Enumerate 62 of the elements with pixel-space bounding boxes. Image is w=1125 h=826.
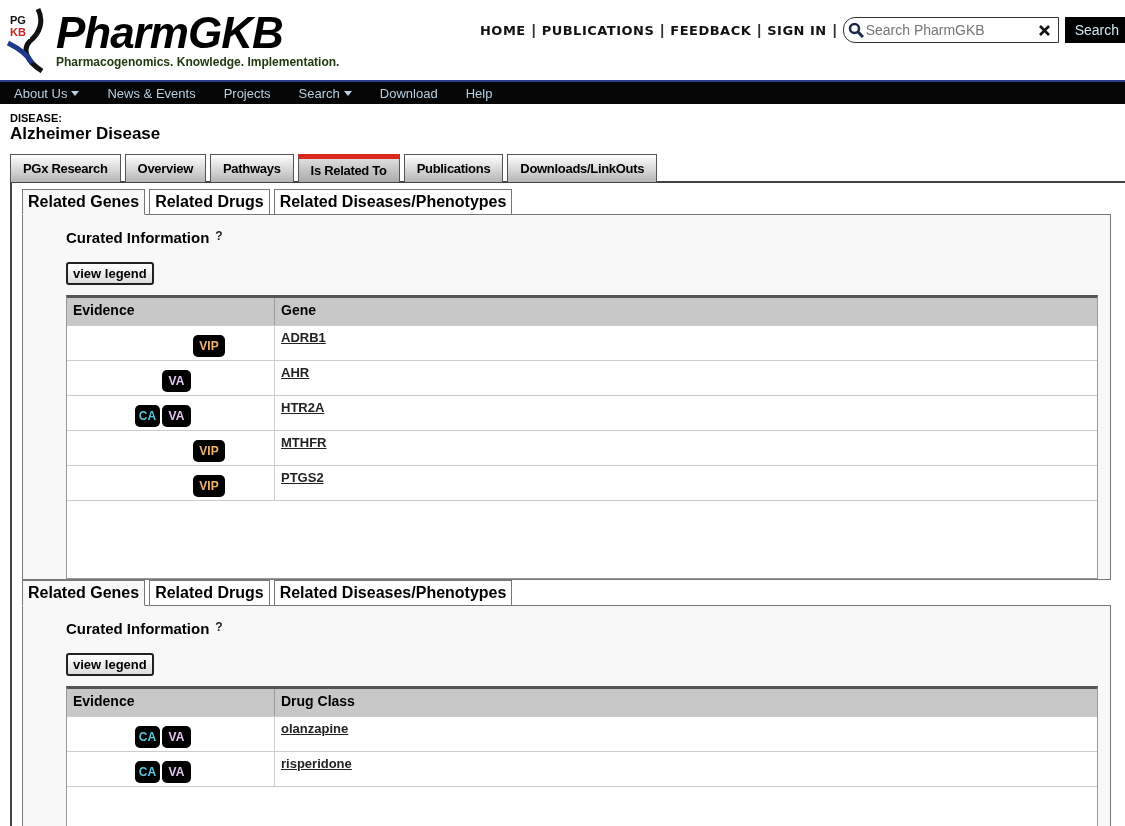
search-button[interactable]: Search <box>1064 17 1125 43</box>
evidence-badge: VIP <box>193 475 225 497</box>
clear-icon[interactable] <box>1038 24 1050 36</box>
entity-link[interactable]: risperidone <box>275 752 358 775</box>
evidence-badge: CA <box>135 726 160 748</box>
search-field[interactable]: Search PharmGKB <box>863 21 1039 39</box>
tab[interactable]: Pathways <box>210 154 294 182</box>
evidence-badge: VA <box>162 370 191 392</box>
evidence-badge: CA <box>135 405 160 427</box>
link-separator: | <box>531 22 536 38</box>
tab[interactable]: Downloads/LinkOuts <box>507 154 658 182</box>
tab[interactable]: Publications <box>403 154 504 182</box>
help-link[interactable]: ? <box>215 229 223 243</box>
evidence-badge: VIP <box>193 440 225 462</box>
entity-link[interactable]: PTGS2 <box>275 466 330 489</box>
entity-title: Alzheimer Disease <box>10 124 162 144</box>
tab[interactable]: Is Related To <box>297 154 400 182</box>
sub-tab[interactable]: Related Drugs <box>149 189 270 215</box>
section-heading: Curated Information <box>66 620 210 637</box>
entity-type: DISEASE: <box>10 112 63 124</box>
evidence-badge: VA <box>162 726 191 748</box>
search-icon <box>847 22 864 38</box>
top-link[interactable]: FEEDBACK <box>670 22 752 38</box>
top-link[interactable]: SIGN IN <box>767 22 827 38</box>
link-separator: | <box>660 22 665 38</box>
column-header: Evidence <box>67 298 275 325</box>
column-header: Gene <box>280 301 317 320</box>
link-separator: | <box>832 22 837 38</box>
nav-item[interactable]: Search <box>284 85 366 101</box>
nav-item[interactable]: Help <box>451 85 507 101</box>
sub-tab[interactable]: Related Genes <box>22 580 146 606</box>
nav-item[interactable]: Download <box>365 85 452 101</box>
tab[interactable]: PGx Research <box>10 154 121 182</box>
nav-item[interactable]: Projects <box>209 85 285 101</box>
entity-link[interactable]: olanzapine <box>275 717 355 740</box>
nav-item[interactable]: News & Events <box>93 85 210 101</box>
top-link[interactable]: PUBLICATIONS <box>541 22 655 38</box>
logo-wordmark: PharmGKB <box>56 11 284 55</box>
sub-tab[interactable]: Related Diseases/Phenotypes <box>273 580 513 606</box>
sub-tab[interactable]: Related Drugs <box>149 580 270 606</box>
view-legend-button[interactable]: view legend <box>66 653 154 676</box>
evidence-badge: VIP <box>193 335 225 357</box>
sub-tab[interactable]: Related Genes <box>22 189 146 215</box>
entity-link[interactable]: ADRB1 <box>275 326 332 349</box>
evidence-badge: VA <box>162 761 191 783</box>
sub-tab[interactable]: Related Diseases/Phenotypes <box>273 189 513 215</box>
evidence-badge: CA <box>135 761 160 783</box>
evidence-badge: VA <box>162 405 191 427</box>
column-header: Evidence <box>67 689 275 716</box>
column-header: Drug Class <box>280 692 356 711</box>
tab[interactable]: Overview <box>124 154 206 182</box>
entity-link[interactable]: MTHFR <box>275 431 333 454</box>
help-link[interactable]: ? <box>215 620 223 634</box>
entity-link[interactable]: HTR2A <box>275 396 331 419</box>
section-heading: Curated Information <box>66 229 210 246</box>
entity-link[interactable]: AHR <box>275 361 316 384</box>
logo-tagline: Pharmacogenomics. Knowledge. Implementation. <box>56 55 340 69</box>
link-separator: | <box>757 22 762 38</box>
search-box[interactable]: Search PharmGKB <box>842 17 1059 43</box>
nav-item[interactable]: About Us <box>0 85 94 101</box>
top-link[interactable]: HOME <box>479 22 526 38</box>
view-legend-button[interactable]: view legend <box>66 262 154 285</box>
